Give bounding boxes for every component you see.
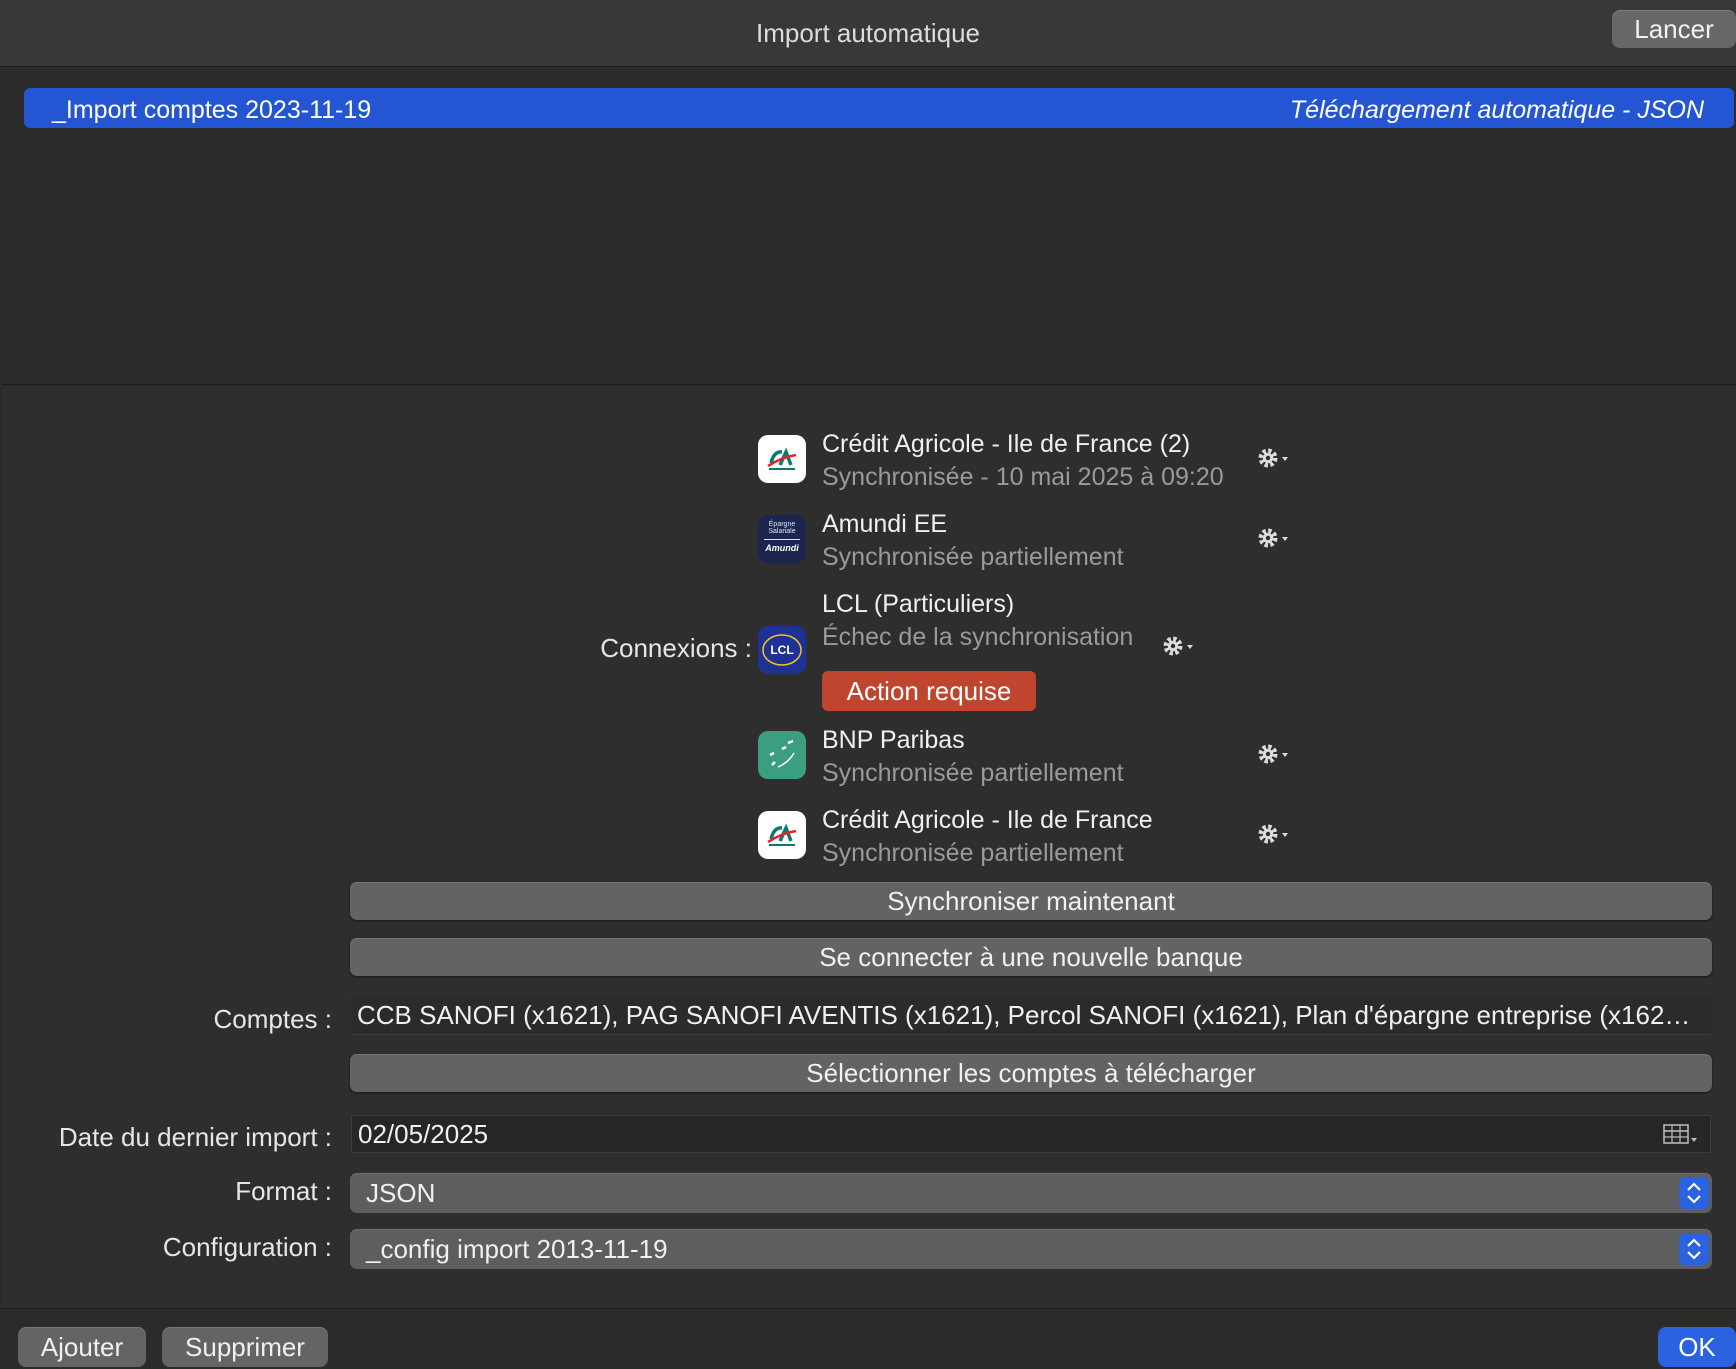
chevron-up-down-icon [1679, 1233, 1709, 1265]
last-import-date-value: 02/05/2025 [358, 1118, 489, 1149]
lcl-logo-text: LCL [770, 643, 793, 657]
connection-name: Crédit Agricole - Ile de France (2) [822, 430, 1191, 458]
connection-item: BNP Paribas Synchronisée partiellement [758, 726, 1418, 796]
import-type: Téléchargement automatique - JSON [1289, 96, 1704, 124]
credit-agricole-logo [758, 435, 806, 483]
connection-name: LCL (Particuliers) [822, 590, 1015, 618]
connection-name: BNP Paribas [822, 726, 965, 754]
bnp-paribas-logo [758, 731, 806, 779]
connection-name: Amundi EE [822, 510, 948, 538]
select-accounts-button[interactable]: Sélectionner les comptes à télécharger [350, 1054, 1712, 1092]
configuration-label: Configuration : [162, 1232, 332, 1262]
accounts-field: CCB SANOFI (x1621), PAG SANOFI AVENTIS (… [351, 997, 1711, 1035]
connection-status: Synchronisée - 10 mai 2025 à 09:20 [822, 463, 1224, 491]
configuration-select[interactable]: _config import 2013-11-19 [350, 1229, 1712, 1269]
bottom-toolbar: Ajouter Supprimer OK [0, 1308, 1736, 1369]
amundi-logo-text-3: Amundi [765, 543, 799, 553]
last-import-label: Date du dernier import : [58, 1122, 332, 1152]
gear-menu-icon[interactable] [1256, 740, 1296, 768]
launch-button[interactable]: Lancer [1612, 10, 1736, 48]
lcl-logo: LCL [758, 626, 806, 674]
delete-button[interactable]: Supprimer [162, 1327, 328, 1367]
calendar-picker-icon[interactable] [1662, 1122, 1702, 1152]
action-required-button[interactable]: Action requise [822, 671, 1036, 711]
amundi-logo-text-2: Salariale [768, 528, 796, 535]
connection-status: Synchronisée partiellement [822, 543, 1124, 571]
amundi-logo-text-1: Épargne [768, 521, 796, 528]
connection-status: Synchronisée partiellement [822, 759, 1124, 787]
connection-item: Épargne Salariale Amundi Amundi EE Synch… [758, 510, 1418, 580]
last-import-date-field[interactable]: 02/05/2025 [351, 1115, 1711, 1153]
sync-now-button[interactable]: Synchroniser maintenant [350, 882, 1712, 920]
import-detail-pane: Connexions : Crédit Agricole - Ile de Fr… [2, 386, 1736, 1308]
chevron-up-down-icon [1679, 1177, 1709, 1209]
configuration-value: _config import 2013-11-19 [366, 1233, 668, 1264]
connection-item: Crédit Agricole - Ile de France (2) Sync… [758, 430, 1418, 500]
add-button[interactable]: Ajouter [18, 1327, 146, 1367]
connection-item: LCL LCL (Particuliers) Échec de la synch… [758, 590, 1418, 720]
amundi-logo: Épargne Salariale Amundi [758, 515, 806, 563]
connection-status: Échec de la synchronisation [822, 623, 1134, 651]
title-bar: Import automatique Lancer [0, 0, 1736, 67]
connect-new-bank-button[interactable]: Se connecter à une nouvelle banque [350, 938, 1712, 976]
window-title: Import automatique [755, 18, 980, 48]
connection-status: Synchronisée partiellement [822, 839, 1124, 867]
format-value: JSON [366, 1177, 436, 1208]
import-list[interactable]: _Import comptes 2023-11-19 Téléchargemen… [2, 67, 1736, 385]
import-list-row[interactable]: _Import comptes 2023-11-19 Téléchargemen… [24, 88, 1734, 128]
gear-menu-icon[interactable] [1256, 444, 1296, 472]
gear-menu-icon[interactable] [1256, 524, 1296, 552]
connection-name: Crédit Agricole - Ile de France [822, 806, 1153, 834]
connection-item: Crédit Agricole - Ile de France Synchron… [758, 806, 1418, 876]
format-select[interactable]: JSON [350, 1173, 1712, 1213]
ok-button[interactable]: OK [1658, 1327, 1736, 1367]
connections-label: Connexions : [600, 633, 752, 663]
accounts-label: Comptes : [213, 1004, 333, 1034]
gear-menu-icon[interactable] [1256, 820, 1296, 848]
credit-agricole-logo [758, 811, 806, 859]
format-label: Format : [235, 1176, 332, 1206]
gear-menu-icon[interactable] [1161, 632, 1201, 660]
import-name: _Import comptes 2023-11-19 [52, 96, 372, 124]
